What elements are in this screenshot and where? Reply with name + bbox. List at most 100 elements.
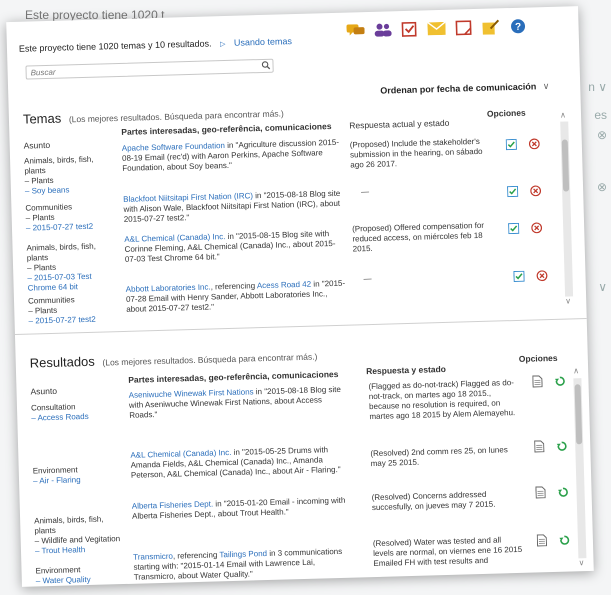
response-cell: — bbox=[360, 187, 370, 197]
document-icon[interactable] bbox=[532, 374, 543, 392]
parties-text: , referencing bbox=[210, 281, 258, 292]
row-options bbox=[505, 136, 540, 155]
parties-cell: Blackfoot Niitsitapi First Nation (IRC) … bbox=[123, 189, 346, 225]
scrollbar-thumb[interactable] bbox=[561, 139, 570, 192]
table-row: Environment – Water Quality bbox=[35, 564, 128, 587]
response-cell: — bbox=[363, 273, 372, 284]
people-icon[interactable] bbox=[373, 21, 392, 37]
search-input[interactable] bbox=[25, 58, 274, 80]
results-scrollbar[interactable] bbox=[573, 378, 587, 559]
subject-category: Animals, birds, fish, plants bbox=[34, 514, 104, 536]
undo-icon[interactable] bbox=[554, 374, 565, 392]
subject-topic-link[interactable]: – 2015-07-27 test2 bbox=[26, 221, 118, 234]
expand-triangle-icon[interactable]: ▷ bbox=[220, 41, 226, 48]
subject-topic-link[interactable]: – 2015-07-27 test2 bbox=[28, 314, 120, 327]
parties-cell: A&L Chemical (Canada) Inc. in "2015-05-2… bbox=[130, 445, 353, 481]
response-cell: (Flagged as do-not-track) Flagged as do-… bbox=[368, 378, 516, 422]
table-row: Animals, birds, fish, plants – Wildlife … bbox=[34, 514, 127, 557]
document-icon[interactable] bbox=[454, 19, 472, 35]
results-header-response: Respuesta y estado bbox=[365, 363, 447, 377]
response-cell: (Proposed) Include the stakeholder's sub… bbox=[349, 136, 483, 170]
help-icon[interactable]: ? bbox=[508, 18, 526, 34]
scroll-up-icon[interactable]: ∧ bbox=[560, 111, 566, 120]
response-cell: (Resolved) 2nd comm res 25, on lunes may… bbox=[370, 445, 508, 469]
topics-title: Temas bbox=[22, 110, 62, 127]
document-icon[interactable] bbox=[534, 439, 545, 457]
svg-text:?: ? bbox=[514, 21, 520, 32]
cancel-icon[interactable] bbox=[531, 220, 543, 238]
undo-icon[interactable] bbox=[557, 485, 568, 503]
response-cell: (Resolved) Concerns addressed succesfull… bbox=[371, 489, 496, 513]
subject-topic-link[interactable]: – Air - Flaring bbox=[33, 474, 125, 487]
scrollbar-thumb[interactable] bbox=[574, 384, 583, 445]
checklist-icon[interactable] bbox=[400, 21, 418, 37]
approve-icon[interactable] bbox=[505, 137, 517, 155]
approve-icon[interactable] bbox=[513, 269, 525, 287]
document-icon[interactable] bbox=[536, 533, 548, 551]
cancel-icon[interactable] bbox=[528, 136, 540, 154]
scroll-down-icon[interactable]: ∨ bbox=[578, 558, 584, 567]
topics-header-response: Respuesta actual y estado bbox=[349, 117, 450, 131]
results-header-parties: Partes interesadas, geo-referência, comu… bbox=[128, 368, 339, 385]
row-options bbox=[508, 220, 543, 239]
table-row: Environment – Air - Flaring bbox=[33, 464, 126, 487]
topics-results-panel: Este proyecto tiene 1020 temas y 10 resu… bbox=[6, 6, 594, 587]
undo-icon[interactable] bbox=[556, 439, 567, 457]
results-section-title: Resultados (Los mejores resultados. Búsq… bbox=[30, 348, 318, 371]
topics-header-parties: Partes interesadas, geo-referência, comu… bbox=[121, 121, 332, 137]
location-link[interactable]: Acess Road 42 bbox=[257, 280, 311, 291]
cancel-icon[interactable] bbox=[536, 268, 548, 286]
parties-cell: A&L Chemical (Canada) Inc. in "2015-08-1… bbox=[124, 229, 347, 265]
results-subtitle: (Los mejores resultados. Búsqueda para e… bbox=[102, 351, 318, 368]
comments-icon[interactable] bbox=[346, 22, 365, 38]
document-icon[interactable] bbox=[535, 485, 546, 503]
table-row: Consultation – Access Roads bbox=[31, 401, 124, 424]
parties-cell: Transmicro, referencing Tailings Pond in… bbox=[133, 547, 356, 583]
parties-cell: Apache Software Foundation in "Agricultu… bbox=[122, 138, 345, 174]
row-options bbox=[535, 485, 568, 504]
summary-text: Este proyecto tiene 1020 temas y 10 resu… bbox=[18, 38, 212, 54]
table-row: Animals, birds, fish, plants – Plants – … bbox=[24, 154, 117, 197]
undo-icon[interactable] bbox=[559, 533, 570, 551]
search-icon[interactable] bbox=[261, 61, 271, 70]
row-options bbox=[536, 533, 570, 552]
location-link[interactable]: Tailings Pond bbox=[219, 549, 267, 559]
approve-icon[interactable] bbox=[507, 184, 519, 202]
background-options-text: es bbox=[594, 108, 607, 122]
toolbar: ? bbox=[346, 18, 526, 39]
parties-cell: Aseniwuche Winewak First Nations in "201… bbox=[129, 385, 352, 421]
subject-topic-link[interactable]: – Access Roads bbox=[31, 411, 123, 424]
note-icon[interactable] bbox=[481, 18, 499, 35]
using-topics-link[interactable]: Usando temas bbox=[234, 36, 292, 48]
background-chevron-icon: ∨ bbox=[598, 280, 607, 294]
topics-subtitle: (Los mejores resultados. Búsqueda para e… bbox=[68, 108, 284, 125]
topics-header-options: Opciones bbox=[486, 107, 526, 119]
table-row: Communities – Plants – 2015-07-27 test2 bbox=[28, 294, 121, 327]
row-options bbox=[513, 268, 548, 287]
sort-dropdown[interactable]: Ordenan por fecha de comunicación ∨ bbox=[380, 81, 549, 97]
table-row: Animals, birds, fish, plants – Plants – … bbox=[26, 241, 119, 294]
row-options bbox=[534, 439, 567, 458]
subject-category: Animals, birds, fish, plants bbox=[26, 241, 97, 263]
topics-scrollbar[interactable] bbox=[560, 121, 574, 297]
table-row: Communities – Plants – 2015-07-27 test2 bbox=[25, 201, 118, 234]
subject-topic-link[interactable]: – Trout Health bbox=[35, 544, 127, 557]
approve-icon[interactable] bbox=[508, 221, 520, 239]
results-title: Resultados bbox=[29, 353, 95, 371]
subject-topic-link[interactable]: – 2015-07-03 Test Chrome 64 bit bbox=[27, 271, 120, 294]
parties-cell: Alberta Fisheries Dept. in "2015-01-20 E… bbox=[132, 496, 354, 522]
results-header-options: Opciones bbox=[518, 352, 558, 364]
sort-label: Ordenan por fecha de comunicación bbox=[380, 81, 537, 96]
results-header-subject: Asunto bbox=[30, 385, 58, 397]
parties-text: , referencing bbox=[172, 550, 220, 561]
scroll-up-icon[interactable]: ∧ bbox=[573, 366, 579, 375]
background-sort-chevron: n ∨ bbox=[588, 80, 607, 94]
scroll-down-icon[interactable]: ∨ bbox=[565, 296, 571, 305]
response-cell: (Resolved) Water was tested and all leve… bbox=[372, 535, 523, 569]
cancel-icon[interactable] bbox=[530, 183, 542, 201]
background-cancel-icon: ⊗ bbox=[596, 180, 607, 194]
subject-category: Animals, birds, fish, plants bbox=[23, 154, 94, 176]
subject-topic-link[interactable]: – Soy beans bbox=[25, 184, 117, 197]
stakeholder-link[interactable]: Transmicro bbox=[133, 552, 173, 562]
email-icon[interactable] bbox=[427, 20, 446, 36]
